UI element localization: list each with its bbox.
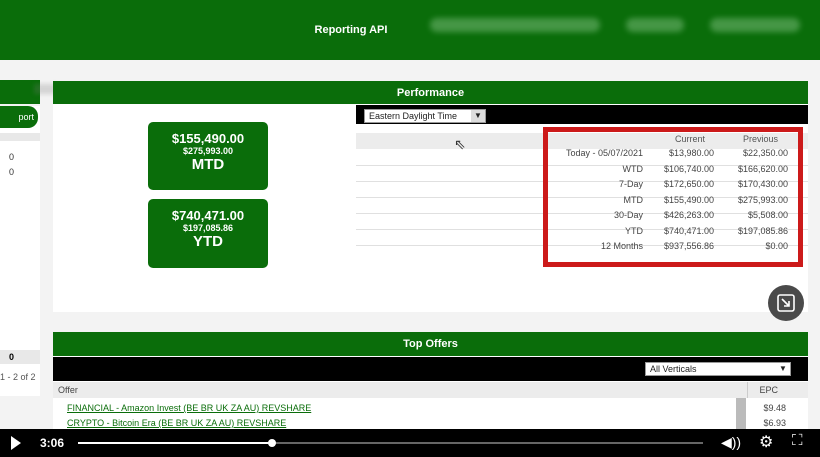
mtd-card: $155,490.00 $275,993.00 MTD bbox=[148, 122, 268, 190]
offer-epc: $6.93 bbox=[763, 418, 786, 428]
top-navigation-bar: Reporting API bbox=[0, 0, 820, 60]
highlight-box bbox=[543, 127, 803, 267]
chevron-down-icon: ▼ bbox=[471, 110, 485, 122]
blurred-nav-item[interactable] bbox=[710, 18, 800, 32]
volume-icon[interactable]: ◀)) bbox=[721, 434, 741, 451]
mtd-label: MTD bbox=[191, 156, 225, 173]
mtd-previous: $275,993.00 bbox=[182, 146, 234, 156]
picture-in-picture-button[interactable] bbox=[768, 285, 804, 321]
export-button[interactable]: port bbox=[0, 106, 38, 128]
scrollbar[interactable] bbox=[736, 398, 746, 432]
play-icon[interactable] bbox=[11, 436, 21, 450]
left-total: 0 bbox=[0, 350, 40, 364]
blurred-nav-item[interactable] bbox=[626, 18, 684, 32]
left-table-header bbox=[0, 133, 40, 141]
reporting-api-link[interactable]: Reporting API bbox=[306, 0, 396, 60]
chevron-down-icon: ▼ bbox=[779, 364, 787, 373]
mouse-cursor-icon: ⇖ bbox=[454, 136, 466, 152]
offer-epc: $9.48 bbox=[763, 403, 786, 413]
timezone-select[interactable]: Eastern Daylight Time ▼ bbox=[364, 109, 486, 123]
left-row-value: 0 bbox=[8, 152, 14, 162]
offers-column-header: Offer EPC bbox=[53, 382, 808, 398]
ytd-previous: $197,085.86 bbox=[182, 223, 234, 233]
timezone-select-value: Eastern Daylight Time bbox=[369, 111, 458, 121]
progress-track[interactable] bbox=[78, 439, 703, 447]
top-offers-title: Top Offers bbox=[53, 332, 808, 356]
picture-in-picture-icon bbox=[777, 294, 795, 312]
video-time: 3:06 bbox=[40, 436, 65, 450]
column-header-offer: Offer bbox=[58, 385, 78, 395]
column-header-epc: EPC bbox=[759, 385, 778, 395]
vertical-select-value: All Verticals bbox=[650, 364, 697, 374]
ytd-label: YTD bbox=[193, 233, 223, 250]
stage: { "header":{"link_label":"Reporting API"… bbox=[0, 0, 820, 457]
mtd-value: $155,490.00 bbox=[171, 131, 245, 146]
performance-title: Performance bbox=[53, 81, 808, 104]
column-divider bbox=[747, 382, 748, 398]
offer-row: FINANCIAL - Amazon Invest (BE BR UK ZA A… bbox=[53, 402, 808, 415]
gear-icon[interactable]: ⚙ bbox=[759, 432, 773, 452]
fullscreen-icon[interactable]: ⛶ bbox=[792, 432, 803, 449]
progress-fill bbox=[78, 442, 272, 444]
ytd-value: $740,471.00 bbox=[171, 208, 245, 223]
blurred-nav-item[interactable] bbox=[430, 18, 600, 32]
ytd-card: $740,471.00 $197,085.86 YTD bbox=[148, 199, 268, 268]
offer-link[interactable]: FINANCIAL - Amazon Invest (BE BR UK ZA A… bbox=[67, 403, 311, 413]
video-controls: 3:06 ◀)) ⚙ ⛶ bbox=[0, 429, 820, 457]
progress-knob[interactable] bbox=[267, 439, 276, 447]
left-pagination: 1 - 2 of 2 bbox=[0, 372, 36, 382]
top-offers-panel: Top Offers All Verticals ▼ Offer EPC FIN… bbox=[53, 332, 808, 432]
left-row-value: 0 bbox=[8, 167, 14, 177]
offer-link[interactable]: CRYPTO - Bitcoin Era (BE BR UK ZA AU) RE… bbox=[67, 418, 286, 428]
left-panel: port 0 0 0 1 - 2 of 2 bbox=[0, 106, 40, 396]
vertical-select[interactable]: All Verticals ▼ bbox=[645, 362, 791, 376]
